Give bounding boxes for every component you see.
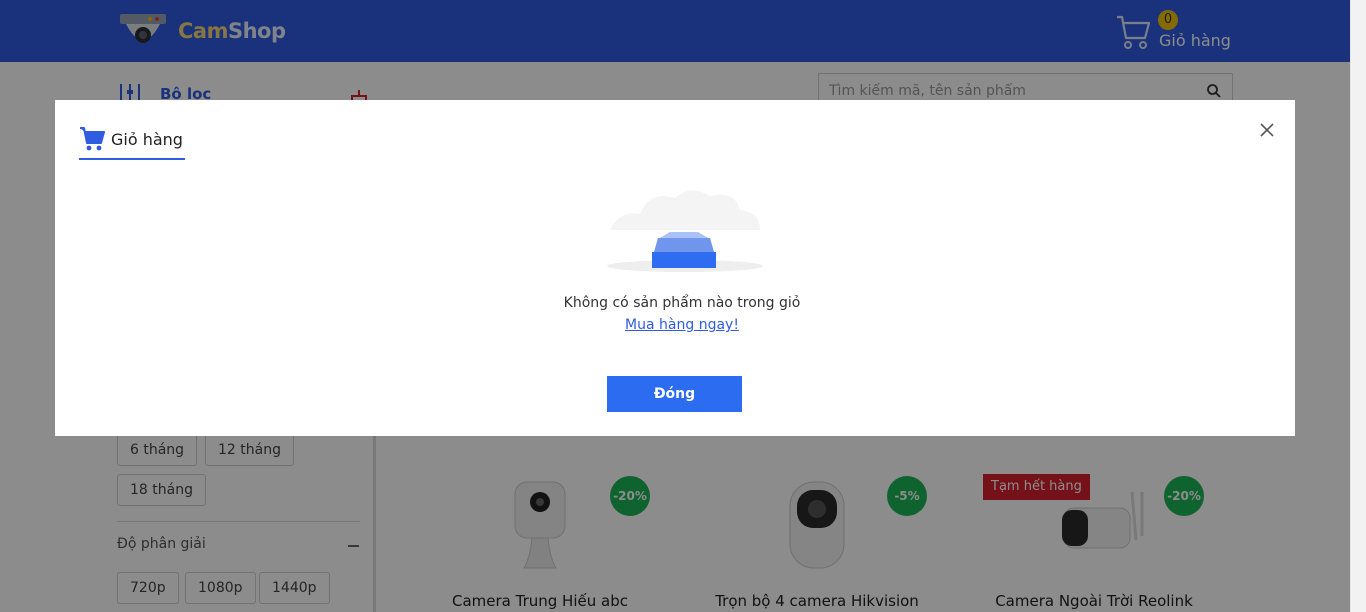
close-icon[interactable]	[1260, 123, 1274, 137]
page-scrollbar[interactable]	[1350, 0, 1366, 612]
close-button[interactable]: Đóng	[607, 376, 742, 412]
shop-now-link[interactable]: Mua hàng ngay!	[55, 317, 1309, 333]
cart-modal: Giỏ hàng Không có sản phẩm nào trong giỏ…	[55, 100, 1295, 436]
empty-cart-message: Không có sản phẩm nào trong giỏ	[563, 295, 801, 311]
cart-modal-tab[interactable]: Giỏ hàng	[79, 124, 185, 160]
empty-box-icon	[607, 190, 763, 272]
cart-icon	[80, 127, 105, 151]
modal-title: Giỏ hàng	[111, 129, 183, 149]
